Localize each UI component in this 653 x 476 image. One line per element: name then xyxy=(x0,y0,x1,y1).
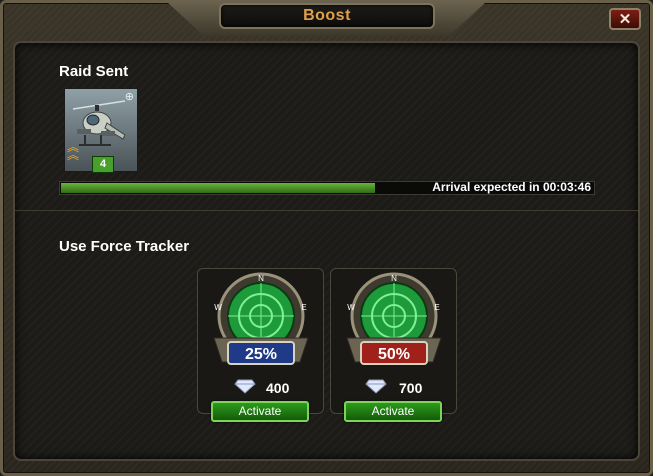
attack-helicopter-icon xyxy=(72,100,126,146)
raid-heading: Raid Sent xyxy=(59,63,129,80)
activate-button[interactable]: Activate xyxy=(211,401,309,422)
arrival-progress-fill xyxy=(61,183,375,193)
percent-label: 25% xyxy=(245,346,277,363)
close-button[interactable]: ✕ xyxy=(609,8,641,30)
compass-w: W xyxy=(347,303,355,312)
percent-label: 50% xyxy=(378,346,410,363)
compass-n: N xyxy=(258,274,264,283)
radar-icon: N E W 50% xyxy=(346,272,442,365)
compass-n: N xyxy=(391,274,397,283)
dialog-title: Boost xyxy=(303,7,351,24)
tracker-option-25: N E W 25% 400 Activate xyxy=(197,268,324,422)
title-bar: Boost xyxy=(219,3,435,29)
unit-level-badge: 4 xyxy=(92,156,114,173)
crosshair-icon: ⊕ xyxy=(124,91,134,103)
activate-button[interactable]: Activate xyxy=(344,401,442,422)
tracker-option-50: N E W 50% 700 Activate xyxy=(330,268,457,422)
tracker-heading: Use Force Tracker xyxy=(59,238,190,255)
compass-w: W xyxy=(214,303,222,312)
diamond-icon xyxy=(234,379,256,394)
section-divider xyxy=(15,210,638,211)
compass-e: E xyxy=(301,303,306,312)
close-icon: ✕ xyxy=(618,11,632,28)
arrival-progress-label: Arrival expected in 00:03:46 xyxy=(432,180,591,194)
radar-icon: N E W 25% xyxy=(213,272,309,365)
rank-chevron-icon: ︽ ︽ xyxy=(67,140,80,162)
diamond-icon xyxy=(365,379,387,394)
cost-label: 700 xyxy=(399,380,423,396)
compass-e: E xyxy=(434,303,439,312)
unit-card: ⊕ ︽ ︽ 4 xyxy=(64,88,138,173)
cost-label: 400 xyxy=(266,380,290,396)
